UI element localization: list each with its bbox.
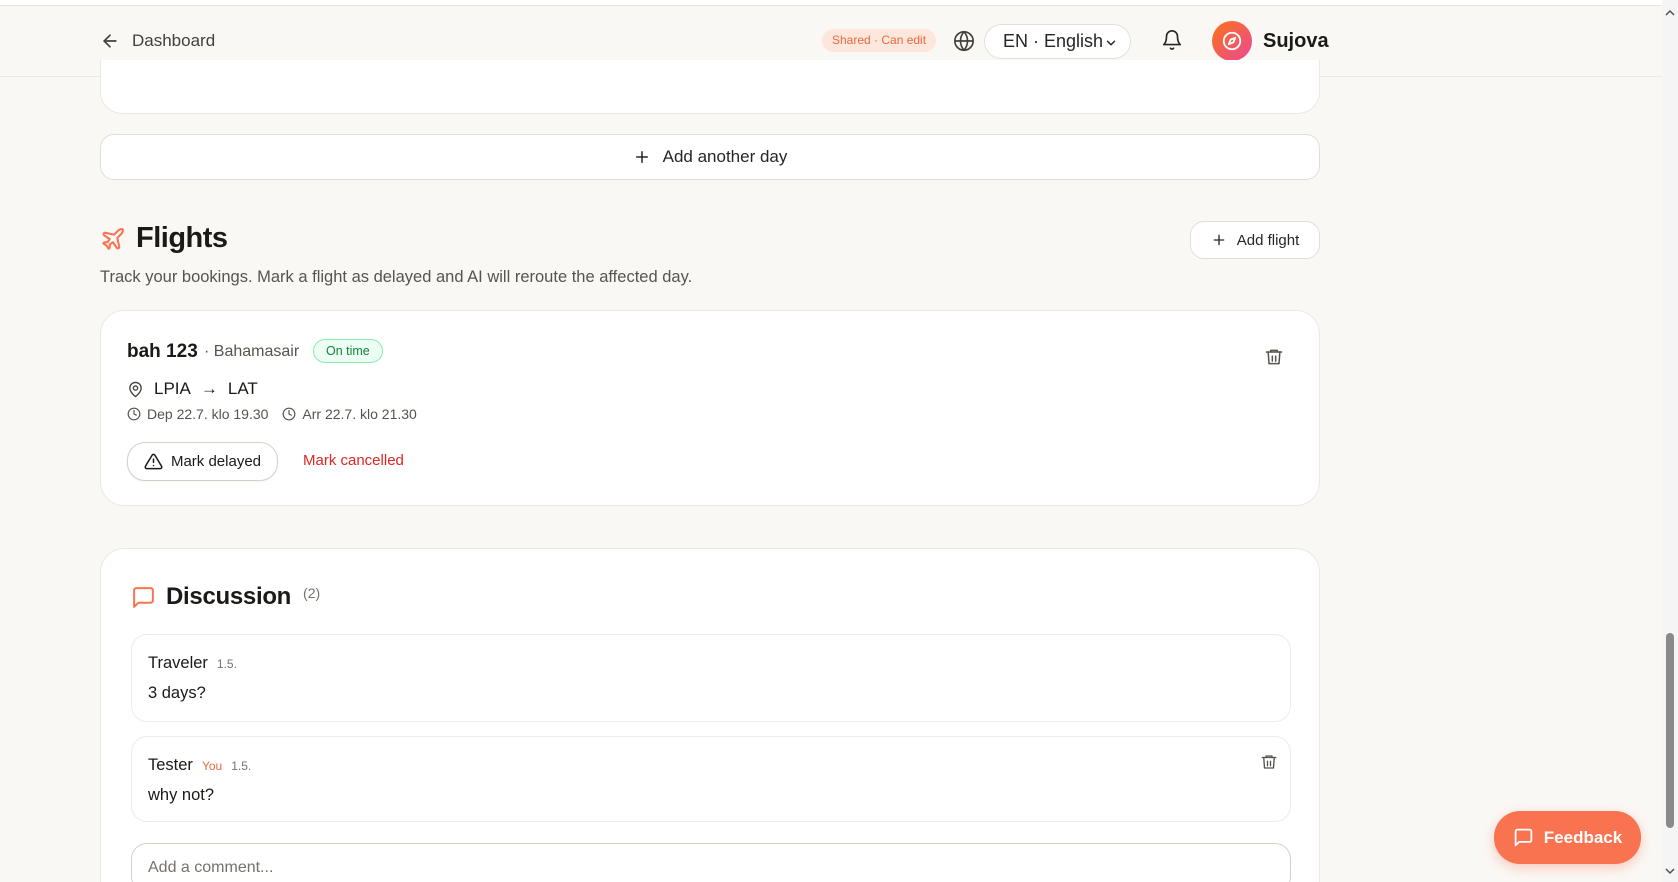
mark-delayed-label: Mark delayed bbox=[170, 453, 262, 470]
message-square-icon bbox=[1514, 828, 1533, 847]
mark-delayed-button[interactable]: Mark delayed bbox=[127, 442, 278, 481]
flights-subtitle: Track your bookings. Mark a flight as de… bbox=[100, 268, 693, 286]
mark-cancelled-button[interactable]: Mark cancelled bbox=[303, 452, 404, 469]
add-flight-label: Add flight bbox=[1236, 231, 1300, 249]
flight-destination: LAT bbox=[227, 379, 258, 398]
feedback-button[interactable]: Feedback bbox=[1494, 811, 1641, 864]
previous-day-card-bottom bbox=[100, 60, 1320, 114]
comment-item: Traveler 1.5. 3 days? bbox=[131, 634, 1291, 722]
comment-header: Traveler 1.5. bbox=[148, 654, 237, 673]
comment-body: 3 days? bbox=[148, 684, 206, 702]
brand-logo[interactable] bbox=[1212, 21, 1252, 61]
flight-airline: · Bahamasair bbox=[204, 343, 300, 360]
comment-author: Traveler bbox=[148, 654, 208, 672]
flights-title: Flights bbox=[136, 222, 228, 254]
add-flight-button[interactable]: Add flight bbox=[1190, 221, 1320, 259]
alert-triangle-icon bbox=[144, 453, 163, 470]
feedback-label: Feedback bbox=[1543, 827, 1623, 847]
flight-code: bah 123 bbox=[127, 341, 198, 362]
plus-icon bbox=[1213, 234, 1225, 246]
back-to-dashboard-link[interactable]: Dashboard bbox=[100, 31, 215, 51]
comment-date: 1.5. bbox=[231, 759, 252, 773]
trash-icon[interactable] bbox=[1260, 753, 1278, 771]
plus-icon bbox=[635, 151, 648, 163]
chevron-down-icon bbox=[1106, 40, 1116, 46]
comment-input[interactable] bbox=[131, 843, 1291, 882]
comment-body: why not? bbox=[148, 786, 215, 804]
route-arrow: → bbox=[200, 379, 218, 398]
language-value: EN · English bbox=[1003, 31, 1104, 51]
add-day-label: Add another day bbox=[662, 147, 788, 166]
flight-status-badge: On time bbox=[313, 339, 383, 363]
globe-icon bbox=[954, 30, 974, 52]
comment-header: Tester You 1.5. bbox=[148, 756, 251, 775]
scrollbar-thumb[interactable] bbox=[1666, 633, 1674, 828]
discussion-heading: Discussion (2) bbox=[131, 583, 320, 611]
clock-icon bbox=[283, 407, 296, 421]
comment-date: 1.5. bbox=[216, 657, 237, 671]
comment-item: Tester You 1.5. why not? bbox=[131, 736, 1291, 822]
arrival-label: Arr 22.7. klo 21.30 bbox=[302, 406, 417, 422]
arrival-time: Arr 22.7. klo 21.30 bbox=[282, 406, 417, 422]
discussion-count: (2) bbox=[303, 585, 321, 601]
bell-icon[interactable] bbox=[1161, 29, 1183, 51]
brand-name: Sujova bbox=[1263, 30, 1329, 52]
flights-heading: Flights bbox=[100, 222, 228, 255]
back-label: Dashboard bbox=[132, 31, 216, 50]
flight-route: LPIA → LAT bbox=[127, 379, 258, 399]
shared-permission-badge: Shared · Can edit bbox=[822, 29, 937, 52]
message-square-icon bbox=[133, 586, 154, 608]
arrow-left-icon bbox=[103, 34, 117, 48]
language-select[interactable]: EN · English bbox=[984, 24, 1131, 59]
add-another-day-button[interactable]: Add another day bbox=[100, 134, 1320, 180]
map-pin-icon bbox=[129, 381, 142, 397]
departure-label: Dep 22.7. klo 19.30 bbox=[147, 406, 269, 422]
discussion-panel: Discussion (2) Traveler 1.5. 3 days? Tes… bbox=[100, 548, 1320, 882]
departure-time: Dep 22.7. klo 19.30 bbox=[127, 406, 268, 422]
discussion-title: Discussion bbox=[166, 583, 292, 610]
scroll-up-arrow-icon[interactable] bbox=[1665, 8, 1675, 18]
clock-icon bbox=[127, 407, 141, 421]
scroll-down-arrow-icon[interactable] bbox=[1665, 866, 1675, 876]
compass-icon bbox=[1222, 31, 1242, 51]
plane-icon bbox=[102, 227, 124, 250]
own-comment-badge: You bbox=[201, 759, 223, 773]
flight-times: Dep 22.7. klo 19.30 Arr 22.7. klo 21.30 bbox=[127, 406, 431, 422]
comment-author: Tester bbox=[148, 756, 193, 774]
flight-origin: LPIA bbox=[154, 379, 191, 398]
flight-card: bah 123 · Bahamasair On time LPIA → LAT … bbox=[100, 310, 1320, 506]
trash-icon[interactable] bbox=[1264, 347, 1284, 367]
